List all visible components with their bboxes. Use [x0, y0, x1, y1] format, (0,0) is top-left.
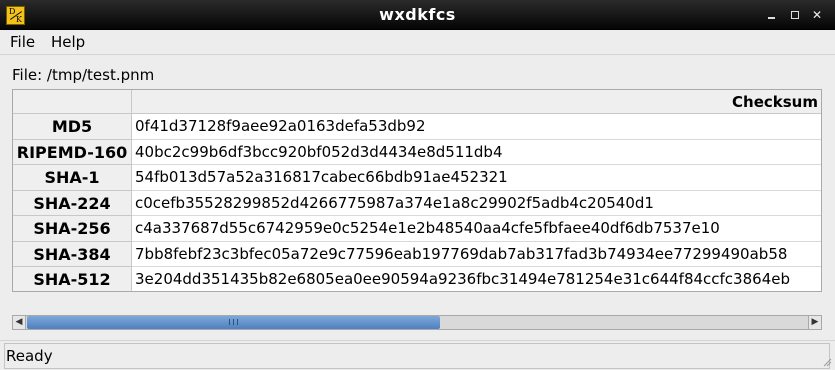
row-header[interactable]: SHA-1	[13, 165, 132, 191]
close-icon: ✕	[811, 8, 823, 22]
title-bar[interactable]: D K wxdkfcs ✕	[0, 0, 835, 30]
status-text: Ready	[6, 347, 53, 365]
close-button[interactable]: ✕	[810, 8, 824, 22]
checksum-cell[interactable]: c0cefb35528299852d4266775987a374e1a8c299…	[132, 191, 821, 216]
row-header[interactable]: MD5	[13, 114, 132, 140]
menu-file[interactable]: File	[10, 33, 35, 51]
resize-grip-icon[interactable]	[822, 357, 832, 367]
checksum-cell[interactable]: 7bb8febf23c3bfec05a72e9c77596eab197769da…	[132, 242, 821, 267]
menu-help[interactable]: Help	[51, 33, 85, 51]
grid-row-md5: MD5 0f41d37128f9aee92a0163defa53db92	[13, 114, 821, 140]
window-title: wxdkfcs	[379, 5, 456, 24]
arrow-left-icon: ◀	[15, 317, 23, 327]
row-header[interactable]: SHA-512	[13, 267, 132, 291]
scroll-left-button[interactable]: ◀	[13, 316, 26, 329]
row-header[interactable]: SHA-384	[13, 241, 132, 267]
maximize-icon	[791, 11, 799, 19]
column-header-checksum[interactable]: Checksum	[132, 90, 821, 114]
scrollbar-thumb[interactable]	[27, 316, 440, 329]
row-header[interactable]: SHA-224	[13, 190, 132, 216]
grid-row-ripemd160: RIPEMD-160 40bc2c99b6df3bcc920bf052d3d44…	[13, 139, 821, 165]
checksum-cell[interactable]: 40bc2c99b6df3bcc920bf052d3d4434e8d511db4	[132, 140, 821, 165]
checksum-cell[interactable]: c4a337687d55c6742959e0c5254e1e2b48540aa4…	[132, 216, 821, 242]
grid-row-sha384: SHA-384 7bb8febf23c3bfec05a72e9c77596eab…	[13, 241, 821, 267]
checksum-cell[interactable]: 0f41d37128f9aee92a0163defa53db92	[132, 114, 821, 140]
arrow-right-icon: ▶	[811, 317, 819, 327]
grip-icon	[229, 319, 238, 325]
status-field	[4, 343, 830, 369]
checksum-grid[interactable]: Checksum MD5 0f41d37128f9aee92a0163defa5…	[12, 89, 822, 292]
checksum-cell[interactable]: 54fb013d57a52a316817cabec66bdb91ae452321	[132, 165, 821, 191]
checksum-cell[interactable]: 3e204dd351435b82e6805ea0ee90594a9236fbc3…	[132, 267, 821, 291]
grid-row-sha224: SHA-224 c0cefb35528299852d4266775987a374…	[13, 190, 821, 216]
menu-bar: File Help	[0, 30, 835, 55]
maximize-button[interactable]	[788, 8, 802, 22]
grid-row-sha1: SHA-1 54fb013d57a52a316817cabec66bdb91ae…	[13, 165, 821, 191]
grid-row-sha512: SHA-512 3e204dd351435b82e6805ea0ee90594a…	[13, 267, 821, 291]
row-header[interactable]: SHA-256	[13, 216, 132, 242]
column-header-label: Checksum	[732, 93, 818, 111]
status-bar: Ready	[0, 340, 835, 370]
minimize-button[interactable]	[765, 8, 779, 22]
row-header[interactable]: RIPEMD-160	[13, 139, 132, 165]
minimize-icon	[768, 17, 775, 19]
grid-corner[interactable]	[13, 90, 132, 114]
file-path-label: File: /tmp/test.pnm	[12, 66, 155, 84]
grid-row-sha256: SHA-256 c4a337687d55c6742959e0c5254e1e2b…	[13, 216, 821, 242]
scroll-right-button[interactable]: ▶	[808, 316, 821, 329]
horizontal-scrollbar[interactable]: ◀ ▶	[12, 315, 822, 330]
